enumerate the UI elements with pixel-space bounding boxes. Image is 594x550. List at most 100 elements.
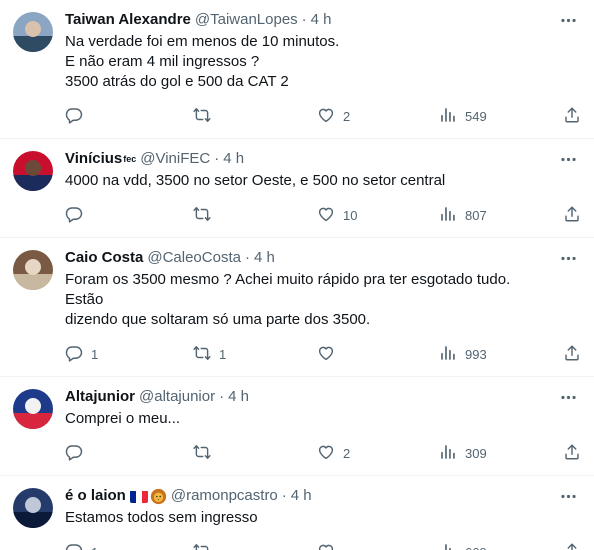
retweet-button[interactable]: 1 (193, 344, 226, 364)
tweet-text-line: E não eram 4 mil ingressos ? (65, 53, 260, 70)
replies-count: 1 (91, 346, 99, 362)
retweet-button[interactable] (193, 443, 211, 463)
share-button[interactable] (563, 443, 581, 463)
reply-icon (65, 205, 83, 226)
share-button[interactable] (563, 106, 581, 126)
share-button[interactable] (563, 542, 581, 550)
reply-icon (65, 542, 83, 550)
separator-dot: · (281, 487, 287, 504)
tweet[interactable]: Altajunior @altajunior · 4 h Comprei o meu..… (0, 377, 594, 476)
timestamp[interactable]: 4 h (254, 248, 275, 268)
share-button[interactable] (563, 205, 581, 225)
display-name[interactable]: Vinícius (65, 149, 122, 169)
tweet-header: Altajunior @altajunior · 4 h (65, 387, 550, 407)
tweet-actions: 1669 (65, 530, 577, 550)
avatar[interactable] (13, 151, 53, 191)
tweet[interactable]: Vinícius fec @ViniFEC · 4 h 4000 na vdd, 3500… (0, 139, 594, 238)
avatar[interactable] (13, 12, 53, 52)
more-icon[interactable] (558, 387, 578, 407)
views-button[interactable]: 807 (439, 205, 487, 225)
heart-icon (317, 542, 335, 550)
avatar[interactable] (13, 488, 53, 528)
tweet-text-line: 3500 atrás do gol e 500 da CAT 2 (65, 73, 289, 90)
like-button[interactable]: 2 (317, 106, 350, 126)
like-button[interactable] (317, 542, 335, 550)
tweet-text-line: 4000 na vdd, 3500 no setor Oeste, e 500 … (65, 172, 446, 189)
tweet-actions: 2 549 (65, 94, 579, 138)
france-flag-icon (129, 490, 148, 503)
tweet-text-line: Comprei o meu... (65, 410, 181, 427)
display-name[interactable]: Altajunior (65, 387, 135, 407)
separator-dot: · (219, 388, 225, 405)
likes-count: 10 (343, 207, 358, 223)
heart-icon (317, 344, 335, 365)
views-count: 669 (465, 545, 487, 550)
timestamp[interactable]: 4 h (291, 486, 312, 506)
views-button[interactable]: 549 (439, 106, 487, 126)
user-handle[interactable]: @TaiwanLopes (195, 10, 298, 30)
retweet-button[interactable] (193, 542, 211, 550)
more-icon[interactable] (558, 10, 578, 30)
heart-icon (317, 443, 335, 464)
views-button[interactable]: 669 (439, 542, 487, 550)
timestamp[interactable]: 4 h (223, 149, 244, 169)
tweet-actions: 1 1 993 (65, 332, 579, 376)
retweet-icon (193, 443, 211, 464)
like-button[interactable] (317, 344, 335, 364)
reply-button[interactable] (65, 443, 83, 463)
more-icon[interactable] (558, 248, 578, 268)
more-icon[interactable] (558, 486, 578, 506)
views-icon (439, 344, 457, 365)
tweet-text-line: Foram os 3500 mesmo ? Achei muito rápido… (65, 271, 515, 308)
timestamp[interactable]: 4 h (228, 387, 249, 407)
timeline-feed: Taiwan Alexandre @TaiwanLopes · 4 h Na verda… (0, 0, 594, 550)
display-name[interactable]: é o laion (65, 486, 126, 506)
retweet-button[interactable] (193, 106, 211, 126)
tweet[interactable]: Caio Costa @CaleoCosta · 4 h Foram os 3500 m… (0, 238, 594, 377)
more-icon[interactable] (558, 149, 578, 169)
user-handle[interactable]: @ramonpcastro (171, 486, 278, 506)
reply-icon (65, 443, 83, 464)
tweet-text: Na verdade foi em menos de 10 minutos. E … (65, 32, 550, 92)
retweet-icon (193, 205, 211, 226)
views-count: 549 (465, 108, 487, 124)
tweet[interactable]: Taiwan Alexandre @TaiwanLopes · 4 h Na verda… (0, 0, 594, 139)
display-name[interactable]: Caio Costa (65, 248, 143, 268)
reply-button[interactable] (65, 205, 83, 225)
user-handle[interactable]: @altajunior (139, 387, 215, 407)
reply-button[interactable]: 1 (65, 344, 98, 364)
avatar[interactable] (13, 250, 53, 290)
tweet-text-line: Estamos todos sem ingresso (65, 509, 258, 526)
user-handle[interactable]: @ViniFEC (140, 149, 210, 169)
retweets-count: 1 (219, 346, 227, 362)
separator-dot: · (214, 150, 220, 167)
tweet-text: Comprei o meu... (65, 409, 550, 429)
avatar[interactable] (13, 389, 53, 429)
like-button[interactable]: 2 (317, 443, 350, 463)
tweet-actions: 10 807 (65, 193, 579, 237)
timestamp[interactable]: 4 h (311, 10, 332, 30)
retweet-button[interactable] (193, 205, 211, 225)
separator-dot: · (244, 249, 250, 266)
like-button[interactable]: 10 (317, 205, 357, 225)
reply-icon (65, 344, 83, 365)
separator-dot: · (301, 11, 307, 28)
user-handle[interactable]: @CaleoCosta (147, 248, 241, 268)
share-icon (563, 542, 581, 550)
tweet-actions: 2 309 (65, 431, 579, 475)
reply-button[interactable]: 1 (65, 542, 98, 550)
views-button[interactable]: 993 (439, 344, 487, 364)
share-icon (563, 205, 581, 226)
tweet-text: Estamos todos sem ingresso (65, 508, 550, 528)
tweet-text: 4000 na vdd, 3500 no setor Oeste, e 500 … (65, 171, 550, 191)
tweet-header: Taiwan Alexandre @TaiwanLopes · 4 h (65, 10, 550, 30)
display-name[interactable]: Taiwan Alexandre (65, 10, 191, 30)
share-button[interactable] (563, 344, 581, 364)
name-superscript: fec (123, 154, 137, 164)
retweet-icon (193, 106, 211, 127)
reply-button[interactable] (65, 106, 83, 126)
tweet-text-line: dizendo que soltaram só uma parte dos 35… (65, 311, 371, 328)
tweet[interactable]: é o laion @ramonpcastro · 4 h Estamos todos … (0, 476, 594, 550)
heart-icon (317, 205, 335, 226)
views-button[interactable]: 309 (439, 443, 487, 463)
